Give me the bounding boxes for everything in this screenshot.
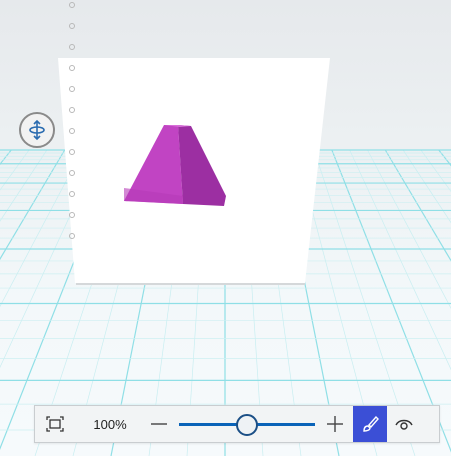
zoom-in-plus-icon	[327, 416, 343, 432]
paintbrush-icon	[363, 415, 379, 432]
fit-to-view-button[interactable]	[35, 406, 75, 442]
view-mode-button[interactable]	[387, 406, 420, 442]
zoom-slider-thumb[interactable]	[235, 414, 258, 436]
zoom-slider[interactable]	[173, 406, 321, 442]
zoom-level-label: 100%	[93, 416, 127, 432]
zoom-in-button[interactable]	[321, 406, 349, 442]
zoom-out-button[interactable]	[145, 406, 173, 442]
fit-to-view-icon	[46, 416, 64, 432]
paint-mode-button[interactable]	[353, 406, 387, 442]
view-toolbar: 100%	[34, 405, 440, 443]
orbit-button[interactable]	[19, 112, 55, 148]
zoom-out-minus-icon	[151, 423, 167, 425]
orbit-view-icon	[29, 119, 45, 141]
dotted-guide	[69, 2, 75, 239]
view-eye-icon	[394, 419, 413, 430]
